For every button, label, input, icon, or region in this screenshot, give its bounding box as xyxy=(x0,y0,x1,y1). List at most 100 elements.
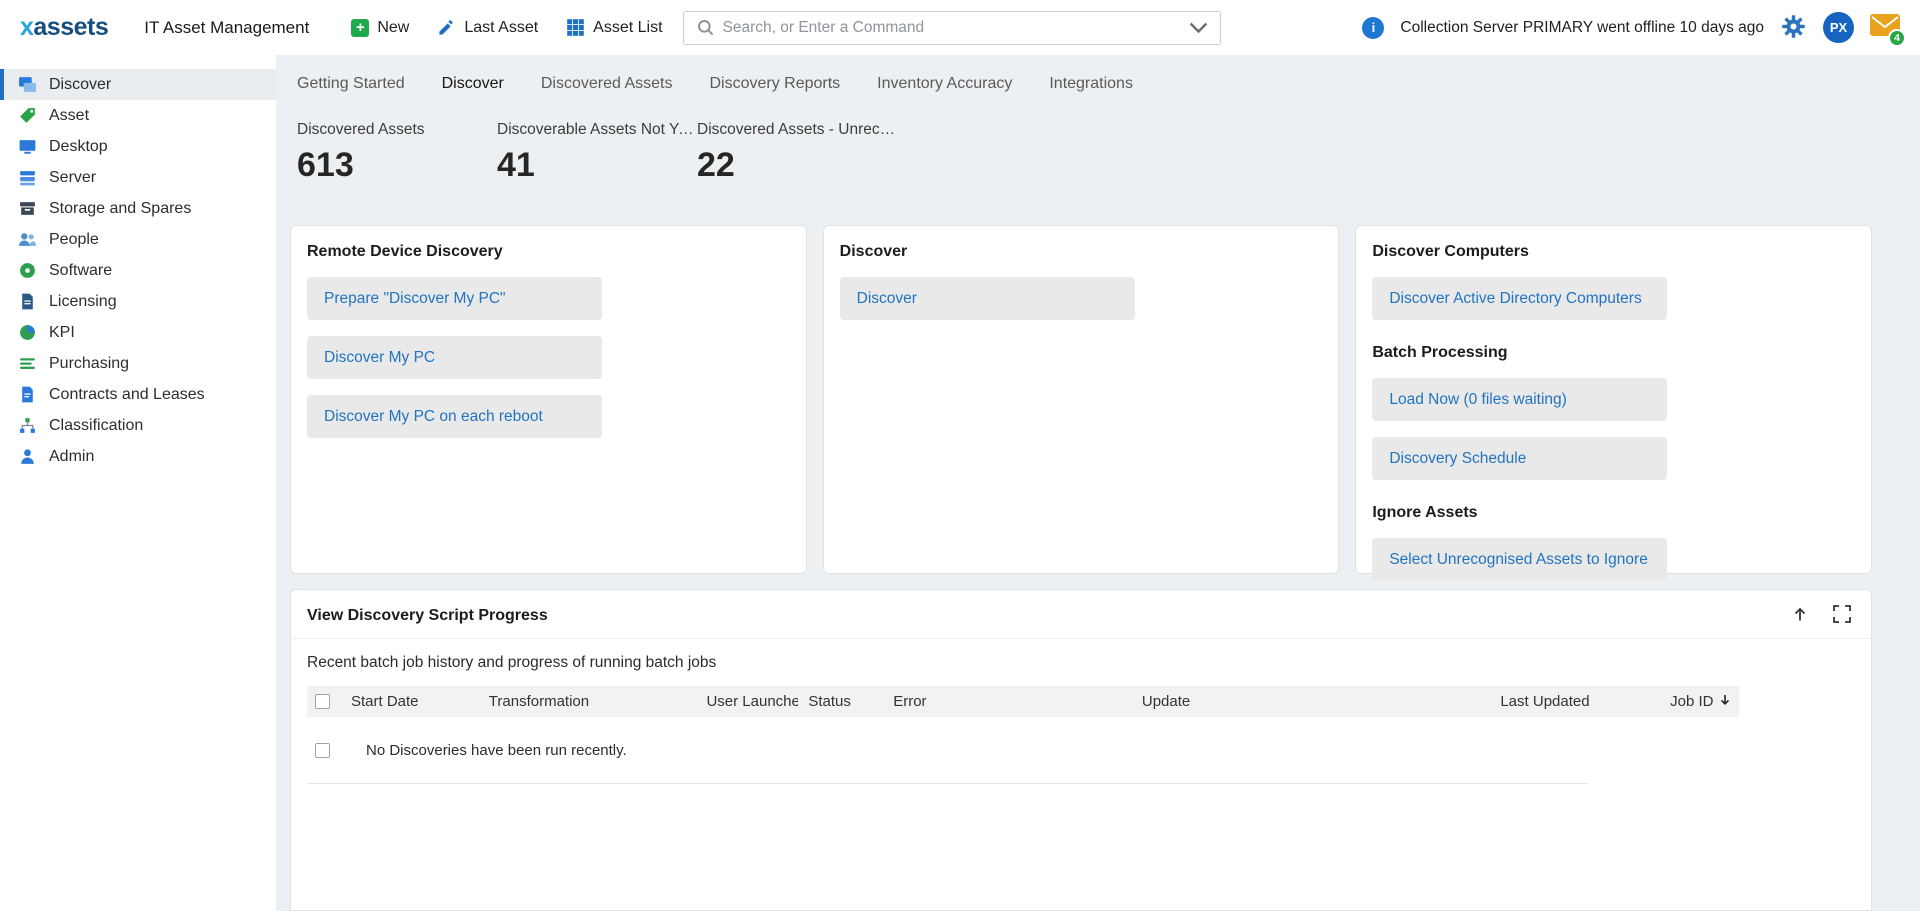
col-last-updated[interactable]: Last Updated xyxy=(1490,693,1660,710)
stat-unrecognised: Discovered Assets - Unreco... 22 xyxy=(697,121,897,185)
discover-active-directory-button[interactable]: Discover Active Directory Computers xyxy=(1372,277,1667,320)
topbar-right: i Collection Server PRIMARY went offline… xyxy=(1362,12,1900,43)
sidebar-item-software[interactable]: Software xyxy=(0,255,276,286)
card-discover-computers: Discover Computers Discover Active Direc… xyxy=(1355,225,1872,574)
panel-subtitle: Recent batch job history and progress of… xyxy=(291,639,1871,681)
software-icon xyxy=(18,261,37,280)
sidebar-item-purchasing[interactable]: Purchasing xyxy=(0,348,276,379)
people-icon xyxy=(18,230,37,249)
arrow-up-icon xyxy=(1791,605,1809,626)
sidebar-item-label: Desktop xyxy=(49,138,108,156)
search-input[interactable] xyxy=(723,19,1181,37)
sidebar-item-storage-and-spares[interactable]: Storage and Spares xyxy=(0,193,276,224)
topbar-actions: + New Last Asset Asset List xyxy=(351,18,662,37)
select-all-checkbox[interactable] xyxy=(315,694,330,709)
scroll-top-button[interactable] xyxy=(1791,605,1809,626)
sidebar-item-kpi[interactable]: KPI xyxy=(0,317,276,348)
fullscreen-icon xyxy=(1833,605,1851,626)
panel-header: View Discovery Script Progress xyxy=(291,590,1871,639)
messages-button[interactable]: 4 xyxy=(1870,14,1900,41)
last-asset-label: Last Asset xyxy=(464,19,538,37)
stat-label: Discoverable Assets Not Yet... xyxy=(497,121,697,139)
table-icon xyxy=(566,18,585,37)
stat-value: 41 xyxy=(497,146,697,185)
sidebar-item-label: Discover xyxy=(49,76,111,94)
settings-button[interactable] xyxy=(1780,13,1807,43)
sidebar-item-asset[interactable]: Asset xyxy=(0,100,276,131)
logo-x: x xyxy=(20,13,33,41)
licensing-doc-icon xyxy=(18,292,37,311)
sidebar-item-desktop[interactable]: Desktop xyxy=(0,131,276,162)
avatar[interactable]: PX xyxy=(1823,12,1854,43)
sidebar-item-label: Contracts and Leases xyxy=(49,386,205,404)
sidebar-item-discover[interactable]: Discover xyxy=(0,69,276,100)
batch-processing-heading: Batch Processing xyxy=(1372,344,1855,362)
new-button[interactable]: + New xyxy=(351,18,409,37)
plus-icon: + xyxy=(351,19,369,37)
stat-value: 22 xyxy=(697,146,897,185)
logo-rest: assets xyxy=(33,13,108,41)
sidebar-item-people[interactable]: People xyxy=(0,224,276,255)
cards-row: Remote Device Discovery Prepare "Discove… xyxy=(290,225,1872,574)
tab-inventory-accuracy[interactable]: Inventory Accuracy xyxy=(877,75,1012,93)
sidebar-item-label: KPI xyxy=(49,324,75,342)
new-button-label: New xyxy=(377,19,409,37)
sidebar-item-label: Server xyxy=(49,169,96,187)
tab-discovered-assets[interactable]: Discovered Assets xyxy=(541,75,673,93)
topbar: xassets IT Asset Management + New Last A… xyxy=(0,0,1920,55)
table-header-row: Start Date Transformation User Launched … xyxy=(307,686,1739,717)
tab-discover[interactable]: Discover xyxy=(442,75,504,93)
edit-icon xyxy=(437,18,456,37)
main-content: Getting Started Discover Discovered Asse… xyxy=(276,55,1920,911)
sidebar-item-label: Storage and Spares xyxy=(49,200,191,218)
col-job-id[interactable]: Job ID xyxy=(1660,693,1739,711)
server-icon xyxy=(18,168,37,187)
sidebar-item-label: Asset xyxy=(49,107,89,125)
load-now-button[interactable]: Load Now (0 files waiting) xyxy=(1372,378,1667,421)
discover-button[interactable]: Discover xyxy=(840,277,1135,320)
app-logo[interactable]: xassets xyxy=(20,13,108,42)
card-title: Remote Device Discovery xyxy=(307,243,790,261)
row-checkbox[interactable] xyxy=(315,743,330,758)
header-checkbox-cell xyxy=(307,694,341,709)
discovery-schedule-button[interactable]: Discovery Schedule xyxy=(1372,437,1667,480)
col-user-launched[interactable]: User Launched xyxy=(696,693,798,710)
stat-discoverable-not-yet: Discoverable Assets Not Yet... 41 xyxy=(497,121,697,185)
search-icon xyxy=(696,18,715,37)
col-start-date[interactable]: Start Date xyxy=(341,693,479,710)
asset-tag-icon xyxy=(18,106,37,125)
col-transformation[interactable]: Transformation xyxy=(479,693,697,710)
col-status[interactable]: Status xyxy=(798,693,883,710)
sidebar-item-contracts-and-leases[interactable]: Contracts and Leases xyxy=(0,379,276,410)
sidebar-item-classification[interactable]: Classification xyxy=(0,410,276,441)
sidebar-item-label: People xyxy=(49,231,99,249)
col-update[interactable]: Update xyxy=(1132,693,1490,710)
discover-my-pc-button[interactable]: Discover My PC xyxy=(307,336,602,379)
sidebar-item-label: Admin xyxy=(49,448,94,466)
contracts-doc-icon xyxy=(18,385,37,404)
sidebar-item-admin[interactable]: Admin xyxy=(0,441,276,472)
tab-discovery-reports[interactable]: Discovery Reports xyxy=(709,75,840,93)
tab-getting-started[interactable]: Getting Started xyxy=(297,75,405,93)
chevron-down-icon[interactable] xyxy=(1189,18,1208,37)
tab-integrations[interactable]: Integrations xyxy=(1049,75,1133,93)
expand-panel-button[interactable] xyxy=(1833,605,1851,626)
col-error[interactable]: Error xyxy=(883,693,1132,710)
classification-tree-icon xyxy=(18,416,37,435)
stat-label: Discovered Assets xyxy=(297,121,497,139)
command-search-box xyxy=(683,11,1221,45)
panel-actions xyxy=(1791,605,1851,626)
asset-list-button[interactable]: Asset List xyxy=(566,18,662,37)
info-icon[interactable]: i xyxy=(1362,17,1384,39)
select-unrecognised-button[interactable]: Select Unrecognised Assets to Ignore xyxy=(1372,538,1667,581)
storage-box-icon xyxy=(18,199,37,218)
card-title: Discover xyxy=(840,243,1323,261)
sidebar-item-licensing[interactable]: Licensing xyxy=(0,286,276,317)
last-asset-button[interactable]: Last Asset xyxy=(437,18,538,37)
prepare-discover-my-pc-button[interactable]: Prepare "Discover My PC" xyxy=(307,277,602,320)
sidebar-item-server[interactable]: Server xyxy=(0,162,276,193)
sort-desc-icon xyxy=(1718,693,1732,711)
card-remote-device-discovery: Remote Device Discovery Prepare "Discove… xyxy=(290,225,807,574)
row-divider xyxy=(307,783,1588,784)
discover-my-pc-reboot-button[interactable]: Discover My PC on each reboot xyxy=(307,395,602,438)
